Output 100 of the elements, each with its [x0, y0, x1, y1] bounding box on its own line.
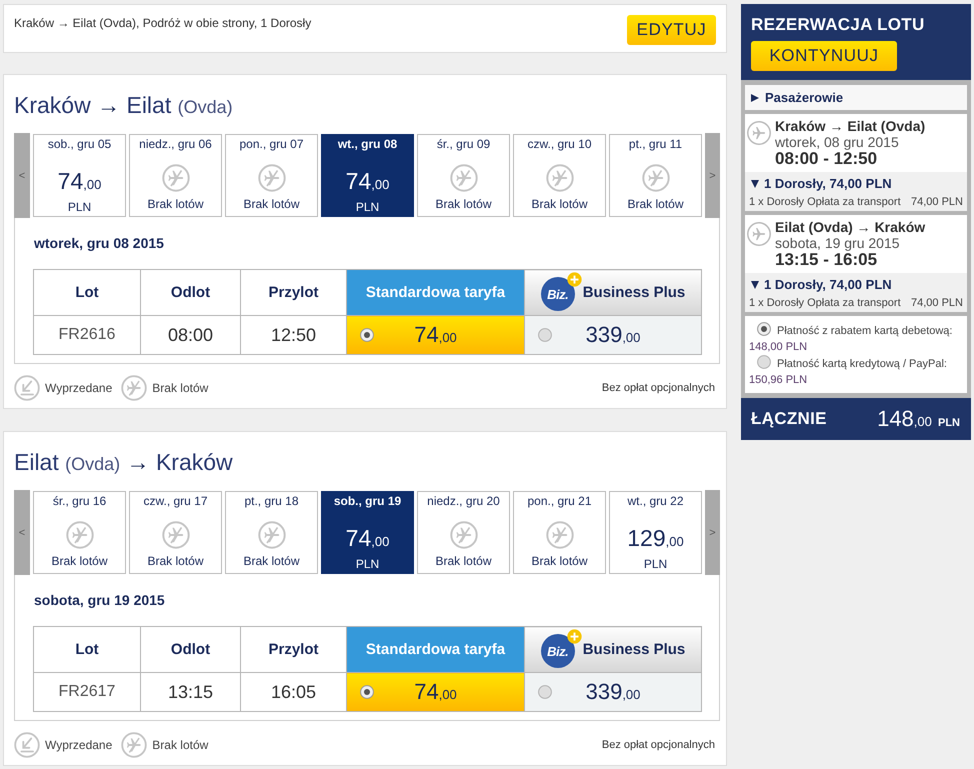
fare-name: Business Plus [582, 284, 686, 301]
currency-text: PLN [644, 557, 668, 571]
price-text: 74,00 [346, 168, 390, 196]
no-flights-text: Brak lotów [243, 197, 300, 211]
date-label: sob., gru 05 [48, 137, 112, 151]
radio-icon[interactable] [538, 685, 552, 699]
radio-icon[interactable] [538, 328, 552, 342]
route-title: Eilat (Ovda) → Kraków [14, 448, 234, 477]
legend-label: Wyprzedane [45, 738, 112, 752]
plus-badge-icon [566, 629, 582, 644]
passengers-toggle[interactable]: Pasażerowie [745, 85, 967, 110]
crossed-plane-icon [121, 732, 148, 758]
fare-option[interactable]: 339,00 [524, 316, 702, 354]
crossed-plane-icon [162, 521, 190, 549]
fare-option[interactable]: 74,00 [346, 672, 524, 712]
payment-option-label[interactable]: Płatność z rabatem kartą debetową: [777, 325, 952, 337]
date-tile[interactable]: śr., gru 16 Brak lotów [33, 491, 126, 574]
date-tile[interactable]: pt., gru 18 Brak lotów [225, 491, 318, 574]
date-tile[interactable]: pon., gru 07 Brak lotów [225, 134, 318, 217]
column-header: Przylot [240, 626, 346, 672]
table-cell: 13:15 [140, 672, 240, 712]
crossed-plane-icon [121, 375, 148, 401]
payment-option-label[interactable]: Płatność kartą kredytową / PayPal: [777, 358, 947, 370]
date-text: wtorek, 08 gru 2015 [775, 134, 900, 150]
date-tile[interactable]: niedz., gru 20 Brak lotów [417, 491, 510, 574]
column-header: Przylot [240, 270, 346, 316]
date-label: wt., gru 22 [627, 494, 684, 508]
radio-icon[interactable] [757, 355, 771, 369]
trip-summary-text: Kraków → Eilat (Ovda), Podróż w obie strony, 1 Dorosły [14, 15, 312, 31]
legend-label: Brak lotów [152, 381, 208, 395]
date-tile[interactable]: czw., gru 10 Brak lotów [513, 134, 606, 217]
crossed-plane-icon [450, 164, 478, 192]
no-flights-text: Brak lotów [147, 554, 204, 568]
date-tile[interactable]: sob., gru 19 74,00 PLN [321, 491, 414, 574]
continue-button[interactable]: KONTYNUUJ [751, 41, 897, 71]
crossed-plane-icon [642, 164, 670, 192]
date-label: czw., gru 10 [527, 137, 592, 151]
date-tile[interactable]: pt., gru 11 Brak lotów [609, 134, 702, 217]
no-flights-text: Brak lotów [51, 554, 108, 568]
route-text: Kraków → Eilat (Ovda) [775, 118, 926, 134]
crossed-plane-icon [546, 164, 574, 192]
edit-button[interactable]: EDYTUJ [627, 15, 716, 45]
plus-badge-icon [566, 272, 582, 287]
no-flights-text: Brak lotów [435, 554, 492, 568]
business-logo: Biz. [540, 277, 575, 311]
fare-option[interactable]: 339,00 [524, 672, 702, 712]
date-label: pon., gru 21 [527, 494, 592, 508]
no-flights-text: Brak lotów [147, 197, 204, 211]
date-tile[interactable]: pon., gru 21 Brak lotów [513, 491, 606, 574]
date-label: pt., gru 18 [244, 494, 299, 508]
date-tile[interactable]: wt., gru 22 129,00 PLN [609, 491, 702, 574]
radio-icon[interactable] [360, 685, 374, 699]
fare-toggle[interactable]: 1 Dorosły, 74,00 PLN [751, 175, 963, 193]
no-flights-text: Brak lotów [243, 554, 300, 568]
date-text: sobota, 19 gru 2015 [775, 235, 901, 251]
crossed-plane-icon [546, 521, 574, 549]
date-tile[interactable]: czw., gru 17 Brak lotów [129, 491, 222, 574]
price-text: 129,00 [627, 525, 684, 553]
radio-icon[interactable] [757, 322, 771, 336]
total-amount: 148,00 PLN [877, 406, 960, 432]
date-label: czw., gru 17 [143, 494, 208, 508]
date-tile[interactable]: śr., gru 09 Brak lotów [417, 134, 510, 217]
column-header: Odlot [140, 626, 240, 672]
payment-amount: 150,96 PLN [749, 372, 808, 388]
radio-icon[interactable] [360, 328, 374, 342]
date-label: pon., gru 07 [239, 137, 304, 151]
table-cell: FR2617 [34, 672, 140, 712]
fee-label: 1 x Dorosły Opłata za transport [749, 296, 901, 310]
fare-header: Standardowa taryfa [346, 270, 524, 316]
crossed-plane-icon [258, 164, 286, 192]
date-tile[interactable]: wt., gru 08 74,00 PLN [321, 134, 414, 217]
business-logo: Biz. [540, 634, 575, 668]
fee-amount: 74,00 PLN [911, 296, 963, 310]
date-label: niedz., gru 20 [427, 494, 500, 508]
price-text: 339,00 [584, 322, 642, 348]
selected-date-heading: sobota, gru 19 2015 [34, 591, 166, 609]
table-cell: FR2616 [34, 316, 140, 354]
legend-label: Brak lotów [152, 738, 208, 752]
fees-note: Bez opłat opcjonalnych [602, 739, 715, 751]
booking-title: REZERWACJA LOTU [751, 15, 926, 35]
date-label: sob., gru 19 [334, 494, 402, 508]
currency-text: PLN [356, 200, 380, 214]
fare-option[interactable]: 74,00 [346, 316, 524, 354]
fare-toggle[interactable]: 1 Dorosły, 74,00 PLN [751, 276, 963, 294]
no-flights-text: Brak lotów [627, 197, 684, 211]
time-range-text: 08:00 - 12:50 [775, 150, 878, 168]
fare-name: Business Plus [582, 641, 686, 658]
no-flights-text: Brak lotów [435, 197, 492, 211]
currency-text: PLN [356, 557, 380, 571]
payment-amount: 148,00 PLN [749, 340, 808, 354]
price-text: 74,00 [413, 322, 458, 348]
fare-header: Standardowa taryfa [346, 626, 524, 672]
date-tile[interactable]: niedz., gru 06 Brak lotów [129, 134, 222, 217]
selected-date-heading: wtorek, gru 08 2015 [34, 234, 165, 252]
crossed-plane-icon [162, 164, 190, 192]
fee-amount: 74,00 PLN [911, 195, 963, 209]
table-cell: 08:00 [140, 316, 240, 354]
date-tile[interactable]: sob., gru 05 74,00 PLN [33, 134, 126, 217]
price-text: 74,00 [58, 168, 102, 196]
fee-label: 1 x Dorosły Opłata za transport [749, 195, 901, 209]
